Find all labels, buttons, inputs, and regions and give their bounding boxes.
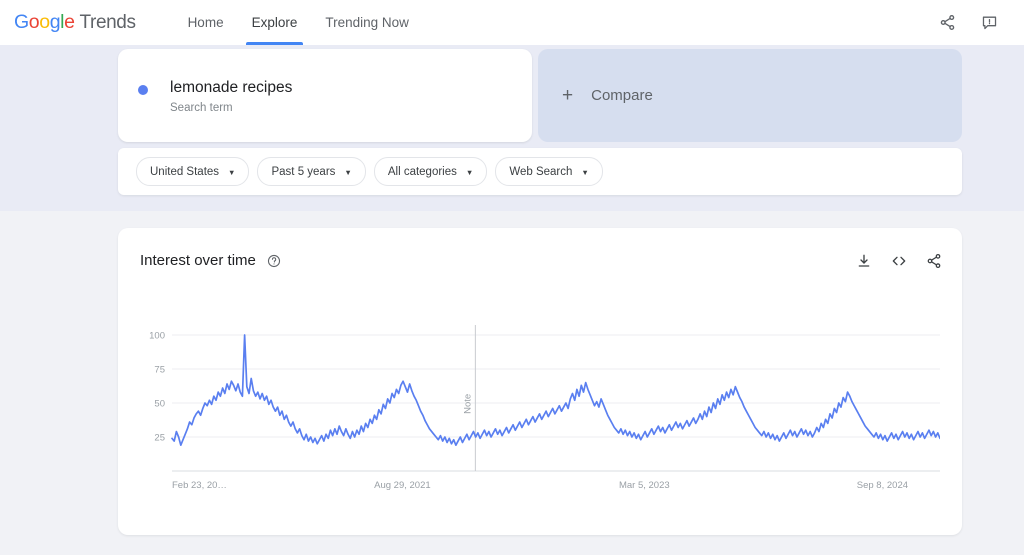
chevron-down-icon: ▼ <box>465 167 474 177</box>
chart-svg: 100 75 50 25 Feb 23, 20… Aug 29, 2021 Mar 5, 2… <box>149 325 940 491</box>
series-color-dot <box>138 85 148 95</box>
filter-chip-category[interactable]: All categories ▼ <box>373 157 488 186</box>
x-axis-tick-label: Mar 5, 2023 <box>619 480 670 491</box>
chart-series-line <box>171 334 940 447</box>
share-icon[interactable] <box>936 12 958 34</box>
chart-title: Interest over time <box>140 252 256 269</box>
google-trends-page: Google Trends Home Explore Trending Now <box>0 0 1024 555</box>
note-marker-label[interactable]: Note <box>462 394 473 414</box>
filter-chip-search-type-label: Web Search <box>509 165 573 178</box>
interest-over-time-chart: 100 75 50 25 Feb 23, 20… Aug 29, 2021 Mar 5, 2… <box>140 323 940 503</box>
chevron-down-icon: ▼ <box>228 167 236 177</box>
filter-chip-time-range-label: Past 5 years <box>271 165 336 178</box>
feedback-icon[interactable] <box>978 12 1000 34</box>
compare-card[interactable]: + Compare <box>538 49 962 142</box>
logo-letter-o1: o <box>28 11 40 33</box>
nav-item-home[interactable]: Home <box>174 0 238 45</box>
google-trends-logo[interactable]: Google Trends <box>14 11 136 34</box>
x-axis-tick-label: Feb 23, 20… <box>172 480 227 491</box>
interest-over-time-card: Interest over time 100 75 50 25 Feb 23, … <box>118 228 962 535</box>
main-nav: Home Explore Trending Now <box>174 0 423 45</box>
plus-icon: + <box>562 85 574 106</box>
search-term-title: lemonade recipes <box>170 79 293 96</box>
y-axis-tick-label: 50 <box>154 399 165 410</box>
y-axis-tick-label: 75 <box>154 365 165 376</box>
download-icon[interactable] <box>855 252 872 269</box>
chevron-down-icon: ▼ <box>581 167 589 177</box>
app-header: Google Trends Home Explore Trending Now <box>0 0 1024 45</box>
search-term-text: lemonade recipes Search term <box>170 79 292 114</box>
filter-chip-search-type[interactable]: Web Search ▼ <box>495 157 603 186</box>
filter-bar: United States ▼ Past 5 years ▼ All categ… <box>118 148 962 195</box>
help-circle-icon[interactable] <box>267 254 281 268</box>
compare-label: Compare <box>591 87 653 104</box>
x-axis-tick-label: Sep 8, 2024 <box>857 480 908 491</box>
filter-chip-time-range[interactable]: Past 5 years ▼ <box>257 157 366 186</box>
google-wordmark: Google <box>14 11 75 34</box>
filter-chip-location-label: United States <box>150 165 220 178</box>
y-axis-tick-label: 25 <box>154 433 165 444</box>
chevron-down-icon: ▼ <box>344 167 352 177</box>
search-term-card[interactable]: lemonade recipes Search term <box>118 49 532 142</box>
filter-chip-location[interactable]: United States ▼ <box>136 157 250 186</box>
logo-letter-e: e <box>64 11 75 33</box>
share-icon[interactable] <box>925 252 942 269</box>
search-term-content: lemonade recipes Search term <box>138 79 292 114</box>
logo-letter-g2: g <box>49 11 61 33</box>
y-axis-tick-label: 100 <box>149 331 165 342</box>
embed-code-icon[interactable] <box>890 252 907 269</box>
filter-chip-category-label: All categories <box>387 165 457 178</box>
logo-trends-word: Trends <box>79 12 136 33</box>
chart-header: Interest over time <box>140 252 281 269</box>
logo-letter-o2: o <box>39 11 50 33</box>
header-actions <box>936 12 1008 34</box>
nav-item-explore[interactable]: Explore <box>238 0 312 45</box>
nav-item-trending-now[interactable]: Trending Now <box>311 0 423 45</box>
logo-letter-g1: G <box>14 11 29 33</box>
search-term-subtitle: Search term <box>170 102 233 114</box>
x-axis-tick-label: Aug 29, 2021 <box>374 480 431 491</box>
chart-toolbar <box>855 252 942 269</box>
